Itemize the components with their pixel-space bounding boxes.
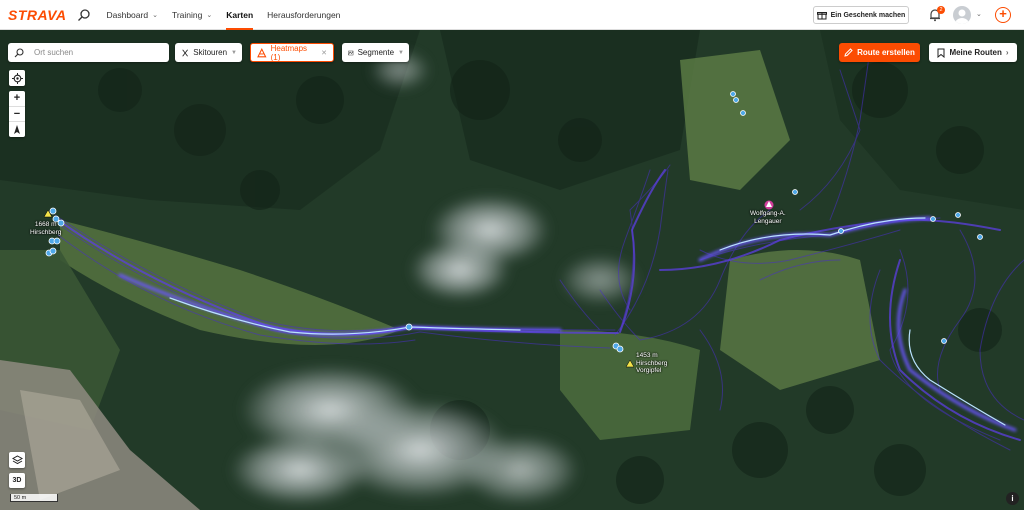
heatmap-icon xyxy=(257,47,267,57)
pencil-icon xyxy=(844,48,853,57)
chevron-down-icon: ⌄ xyxy=(206,11,213,19)
create-route-label: Route erstellen xyxy=(857,48,915,57)
compass-icon xyxy=(14,125,20,135)
segment-icon xyxy=(348,50,354,55)
place-label-hirschberg-vorgipfel: 1453 m Hirschberg Vorgipfel xyxy=(636,352,668,374)
layers-icon xyxy=(11,454,23,464)
chevron-down-icon: ⌄ xyxy=(152,11,158,19)
place-label-lengauer: Wolfgang-A. Lengauer xyxy=(750,210,786,225)
crosshair-icon xyxy=(11,72,23,84)
add-icon[interactable]: + xyxy=(995,7,1011,23)
bookmark-icon xyxy=(937,48,945,58)
scale-bar: 50 m xyxy=(10,494,58,502)
gift-icon xyxy=(816,12,827,20)
heatmaps-filter[interactable]: Heatmaps (1) ✕ xyxy=(250,43,334,62)
nav-karten-label: Karten xyxy=(226,9,254,20)
satellite-map xyxy=(0,30,1024,510)
top-nav: STRAVA Dashboard ⌄ Training ⌄ Karten Herau… xyxy=(0,0,1024,30)
create-route-button[interactable]: Route erstellen xyxy=(839,43,920,62)
search-icon xyxy=(14,47,24,57)
chevron-down-icon: ▼ xyxy=(398,49,404,56)
sport-filter-label: Skitouren xyxy=(193,48,228,57)
place-label-hirschberg: 1668 m Hirschberg xyxy=(30,221,62,236)
zoom-in-button[interactable]: + xyxy=(9,91,25,107)
zoom-out-button[interactable]: − xyxy=(9,107,25,123)
search-input[interactable] xyxy=(32,47,156,58)
chevron-down-icon: ▼ xyxy=(231,49,237,56)
strava-logo[interactable]: STRAVA xyxy=(8,7,66,23)
gift-button[interactable]: Ein Geschenk machen xyxy=(813,6,909,24)
locate-button[interactable] xyxy=(9,70,25,86)
chevron-down-icon[interactable]: ⌄ xyxy=(976,10,982,18)
my-routes-button[interactable]: Meine Routen › xyxy=(929,43,1017,62)
3d-toggle-button[interactable]: 3D xyxy=(9,473,25,488)
sport-filter[interactable]: Skitouren ▼ xyxy=(175,43,242,62)
info-icon[interactable]: i xyxy=(1006,492,1019,505)
segments-filter-label: Segmente xyxy=(357,48,395,57)
zoom-controls: + − xyxy=(9,91,25,137)
nav-dashboard[interactable]: Dashboard ⌄ xyxy=(106,0,157,30)
search-field[interactable] xyxy=(8,43,169,62)
map-canvas[interactable]: 1668 m Hirschberg 1453 m Hirschberg Vorgipf… xyxy=(0,30,1024,510)
nav-herausforderungen[interactable]: Herausforderungen xyxy=(267,0,340,30)
gift-label: Ein Geschenk machen xyxy=(830,11,906,19)
nav-training-label: Training xyxy=(171,9,203,20)
compass-button[interactable] xyxy=(9,122,25,137)
notification-badge: 2 xyxy=(937,6,945,14)
segments-filter[interactable]: Segmente ▼ xyxy=(342,43,409,62)
my-routes-label: Meine Routen xyxy=(949,48,1002,57)
nav-training[interactable]: Training ⌄ xyxy=(172,0,212,30)
ski-icon xyxy=(182,48,188,57)
layers-button[interactable] xyxy=(9,452,25,468)
chevron-right-icon: › xyxy=(1005,48,1009,57)
heatmaps-filter-label: Heatmaps (1) xyxy=(270,43,308,62)
nav-dashboard-label: Dashboard xyxy=(106,9,149,20)
close-icon[interactable]: ✕ xyxy=(321,49,327,57)
nav-herausforderungen-label: Herausforderungen xyxy=(267,9,341,20)
nav-karten[interactable]: Karten xyxy=(226,0,254,30)
search-icon[interactable] xyxy=(76,7,92,23)
avatar[interactable] xyxy=(953,6,971,24)
